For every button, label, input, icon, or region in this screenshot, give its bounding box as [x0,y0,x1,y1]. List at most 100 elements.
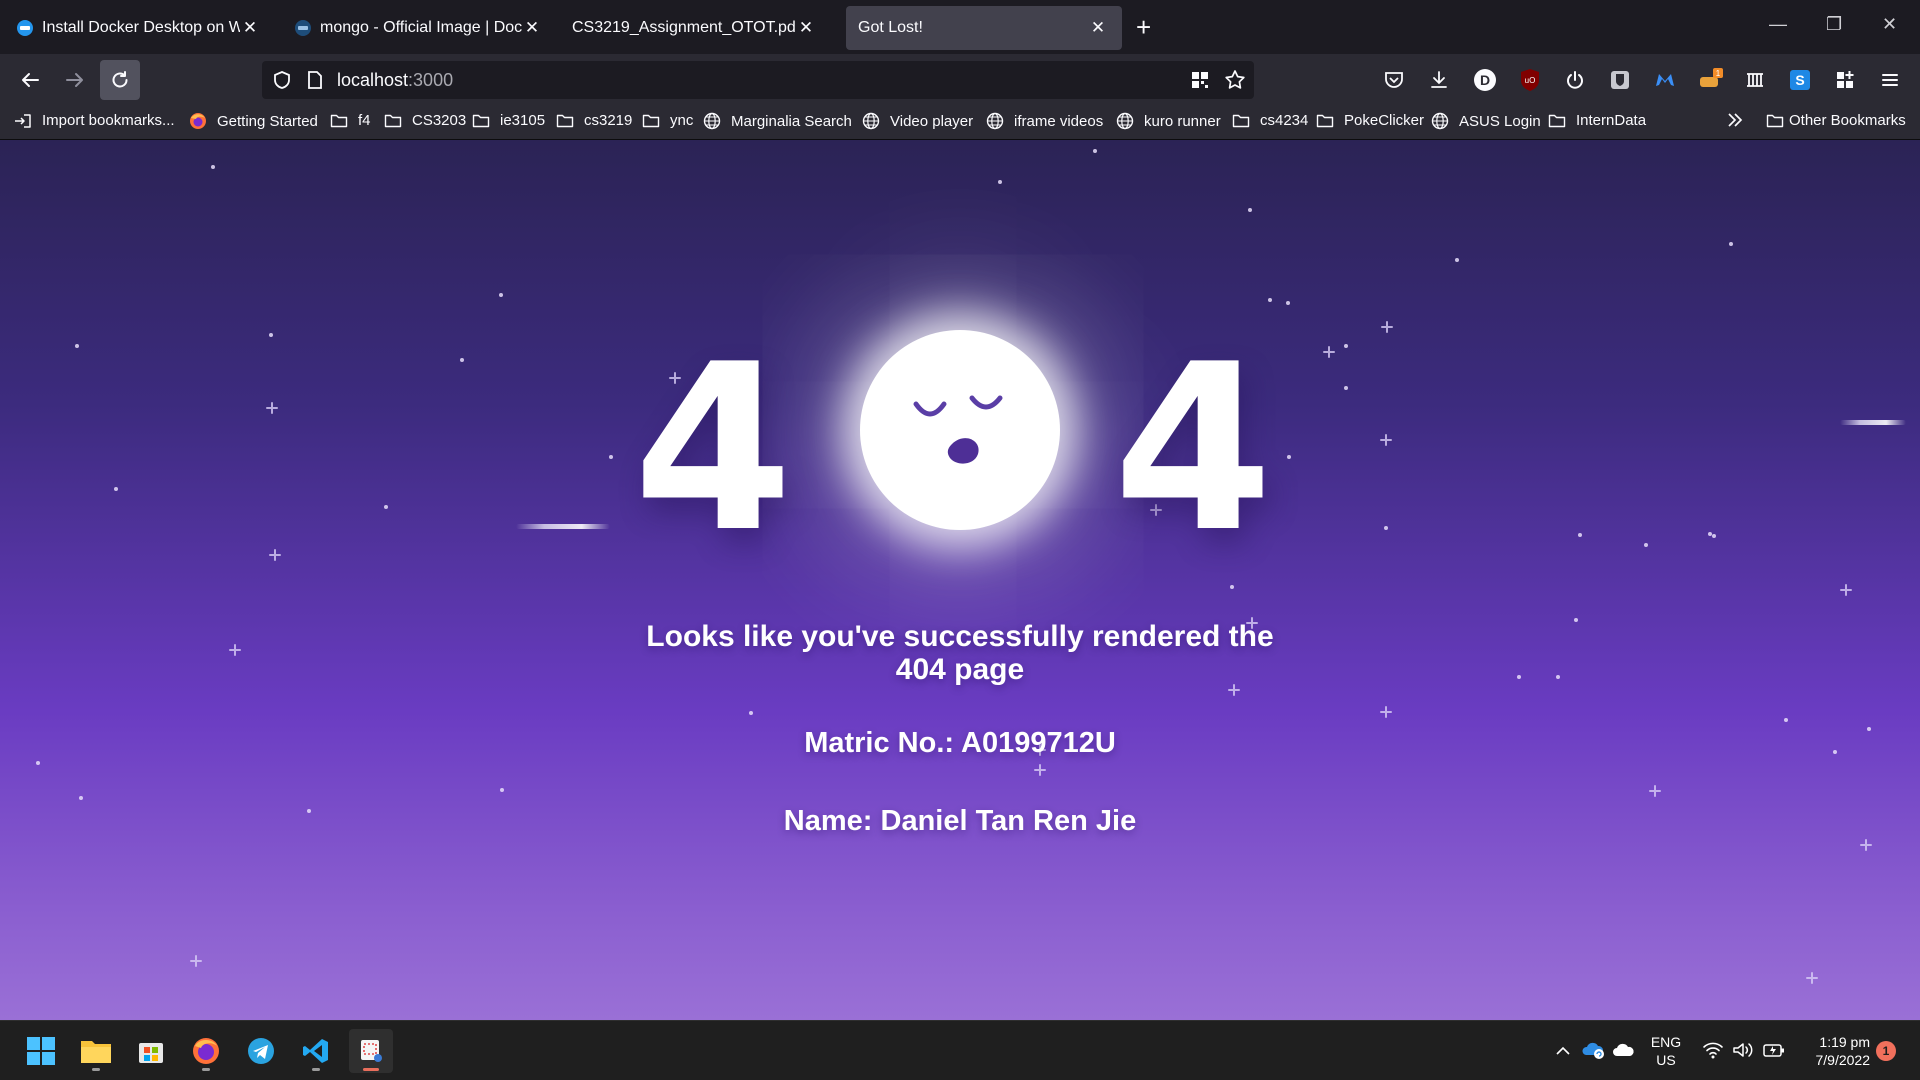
extension-grid-icon[interactable] [1741,66,1769,94]
bookmark-item[interactable]: InternData [1548,112,1646,129]
running-indicator [202,1068,210,1071]
close-icon[interactable]: ✕ [522,18,542,38]
windows-start-icon[interactable] [19,1029,63,1073]
url-text[interactable]: localhost:3000 [337,70,453,91]
digit-left: 4 [633,316,794,583]
bookmark-label: Getting Started [217,112,318,130]
qr-code-icon[interactable] [1190,70,1210,90]
not-found-message: Looks like you've successfully rendered … [646,620,1274,686]
bookmark-label: ASUS Login [1459,112,1541,130]
system-clock[interactable]: 1:19 pm 7/9/2022 [1790,1033,1871,1069]
language-indicator[interactable]: ENG US [1643,1033,1689,1069]
restore-button[interactable]: ❐ [1826,14,1842,35]
matric-number: Matric No.: A0199712U [804,727,1116,759]
tab-strip: Install Docker Desktop on Windows ✕ mong… [0,0,1920,54]
reload-icon [112,71,128,88]
bookmark-item[interactable]: Getting Started [189,112,318,130]
bookmark-star-icon[interactable] [1224,69,1246,91]
firefox-icon [189,112,212,130]
other-bookmarks[interactable]: Other Bookmarks [1766,112,1906,129]
extensions-icon[interactable] [1831,66,1859,94]
bookmark-item[interactable]: CS3203 [384,112,466,129]
wifi-icon[interactable] [1702,1041,1724,1059]
bookmark-item[interactable]: PokeClicker [1316,112,1424,129]
bookmark-item[interactable]: kuro runner [1116,112,1221,130]
globe-icon [986,112,1009,130]
student-name: Name: Daniel Tan Ren Jie [783,805,1137,837]
cloud-icon[interactable] [1612,1041,1636,1059]
taskbar: ENG US 1:19 pm 7/9/2022 [0,1020,1920,1080]
svg-text:D: D [1480,72,1490,88]
onedrive-sync-icon[interactable] [1582,1039,1606,1061]
volume-icon[interactable] [1732,1041,1754,1059]
bookmark-item[interactable]: Marginalia Search [703,112,852,130]
microsoft-store-icon[interactable] [129,1029,173,1073]
tab-got-lost[interactable]: Got Lost! ✕ [846,6,1122,50]
bookmark-item[interactable]: f4 [330,112,371,129]
other-bookmarks-label: Other Bookmarks [1789,112,1906,129]
menu-icon[interactable] [1876,66,1904,94]
bookmarks-bar: InternData ASUS Login PokeClicker cs4234 kur… [0,106,1920,140]
minimize-button[interactable]: — [1769,14,1787,35]
bookmarks-overflow-button[interactable] [1726,111,1749,129]
bookmark-item[interactable]: Import bookmarks... [14,112,175,129]
downloads-icon[interactable] [1425,66,1453,94]
telegram-icon[interactable] [239,1029,283,1073]
tab-pdf[interactable]: CS3219_Assignment_OTOT.pdf ✕ [560,6,830,50]
extension-s-icon[interactable]: S [1786,66,1814,94]
page-icon [308,71,322,89]
url-host: localhost [337,70,409,90]
bookmark-item[interactable]: iframe videos [986,112,1103,130]
bookmark-item[interactable]: ie3105 [472,112,545,129]
close-icon[interactable]: ✕ [240,18,260,38]
extension-d-icon[interactable]: D [1471,66,1499,94]
arrow-right-icon [66,73,83,87]
pocket-icon[interactable] [1380,66,1408,94]
folder-icon [330,113,353,129]
folder-icon [556,113,579,129]
forward-button[interactable] [55,60,95,100]
bookmark-item[interactable]: ync [642,112,693,129]
malwarebytes-icon[interactable] [1651,66,1679,94]
bookmark-item[interactable]: Video player [862,112,973,130]
back-button[interactable] [10,60,50,100]
not-found-page: 4 4 Looks like you've successfully rende… [0,140,1920,1020]
tab-title: mongo - Official Image | Docker Hub [320,19,522,36]
address-bar[interactable]: localhost:3000 [262,61,1254,99]
vscode-icon[interactable] [294,1029,338,1073]
notification-badge[interactable]: 1 [1876,1041,1896,1061]
bookmark-label: CS3203 [412,112,467,129]
bitwarden-icon[interactable] [1606,66,1634,94]
chevron-up-icon[interactable] [1554,1042,1572,1060]
extension-badge-icon[interactable]: 1 [1696,66,1724,94]
bookmark-item[interactable]: cs4234 [1232,112,1308,129]
bookmark-label: Import bookmarks... [42,112,175,129]
reload-button[interactable] [100,60,140,100]
starfield [36,149,1872,984]
globe-icon [1116,112,1139,130]
bookmark-item[interactable]: ASUS Login [1431,112,1541,130]
firefox-icon[interactable] [184,1029,228,1073]
power-icon[interactable] [1561,66,1589,94]
cloud-right [1840,420,1906,425]
bookmark-label: cs3219 [584,112,633,129]
tab-mongo[interactable]: mongo - Official Image | Docker Hub ✕ [282,6,556,50]
bookmark-label: ie3105 [500,112,546,129]
ublock-icon[interactable]: uO [1516,66,1544,94]
close-icon[interactable]: ✕ [1088,18,1108,38]
clock-time: 1:19 pm [1819,1034,1870,1050]
bookmark-label: PokeClicker [1344,112,1425,129]
moon-face [860,330,1060,530]
battery-charging-icon[interactable] [1762,1041,1786,1059]
tab-docker-install[interactable]: Install Docker Desktop on Windows ✕ [4,6,274,50]
bookmark-item[interactable]: cs3219 [556,112,632,129]
cloud-left [516,524,610,529]
shield-icon[interactable] [272,70,292,90]
bookmark-label: Video player [890,112,974,130]
file-explorer-icon[interactable] [74,1029,118,1073]
close-icon[interactable]: ✕ [796,18,816,38]
close-window-button[interactable]: ✕ [1882,14,1897,35]
new-tab-button[interactable]: + [1136,14,1151,40]
bookmark-label: InternData [1576,112,1647,129]
snipping-tool-icon[interactable] [349,1029,393,1073]
